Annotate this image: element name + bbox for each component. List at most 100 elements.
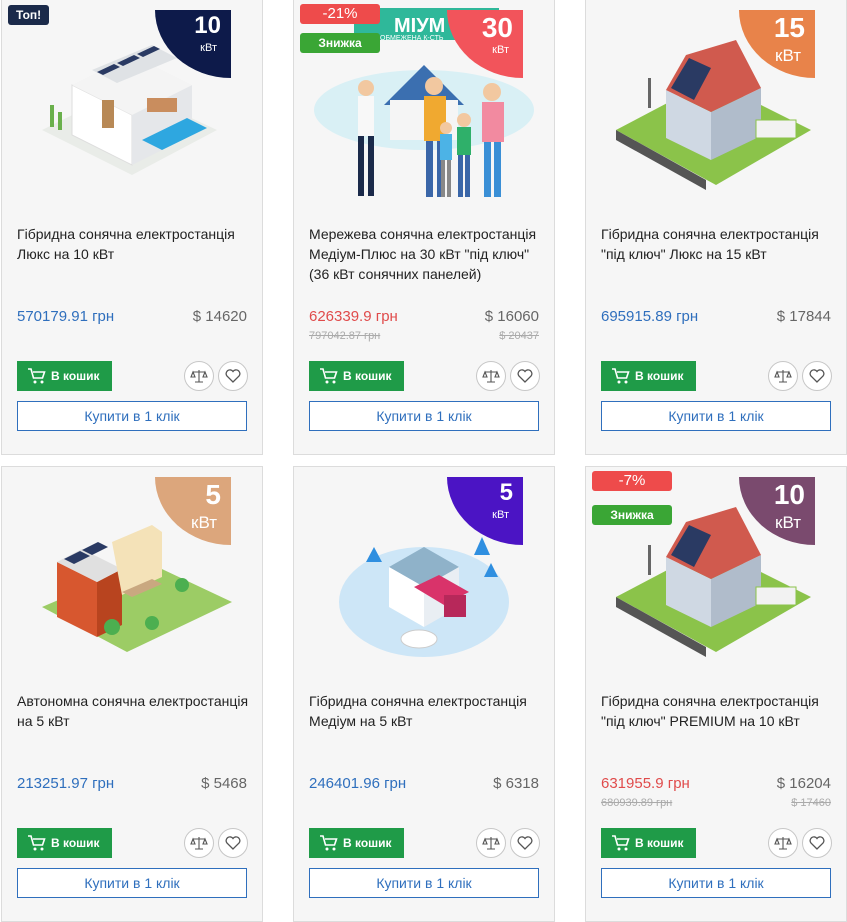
compare-button[interactable] (184, 361, 214, 391)
favorite-button[interactable] (510, 361, 540, 391)
power-unit: кВт (200, 42, 217, 54)
cart-label: В кошик (343, 836, 392, 850)
price-uah: 695915.89 грн (601, 308, 699, 325)
favorite-button[interactable] (510, 828, 540, 858)
power-badge: 15 кВт (739, 10, 815, 78)
compare-button[interactable] (768, 361, 798, 391)
buy-one-click-button[interactable]: Купити в 1 клік (17, 401, 247, 431)
price-uah: 213251.97 грн (17, 775, 115, 792)
cart-icon (320, 368, 338, 384)
add-to-cart-button[interactable]: В кошик (601, 361, 696, 391)
power-unit: кВт (492, 509, 509, 521)
cart-icon (28, 835, 46, 851)
old-price-usd: $ 20437 (499, 330, 539, 342)
power-value: 5 (499, 479, 513, 506)
scales-icon (774, 370, 792, 383)
power-badge: 5 кВт (447, 477, 523, 545)
scales-icon (190, 370, 208, 383)
power-value: 30 (481, 12, 513, 43)
compare-button[interactable] (184, 828, 214, 858)
cart-label: В кошик (51, 369, 100, 383)
favorite-button[interactable] (802, 361, 832, 391)
add-to-cart-button[interactable]: В кошик (309, 828, 404, 858)
power-value: 10 (773, 479, 805, 510)
power-value: 15 (773, 12, 805, 43)
cart-icon (320, 835, 338, 851)
heart-icon (225, 836, 241, 850)
cart-icon (28, 368, 46, 384)
product-card: МІУМ ОБМЕЖЕНА К-СТЬ -21% Знижка 30 кВт М… (293, 0, 555, 455)
compare-button[interactable] (476, 828, 506, 858)
discount-badge: -21% (300, 4, 380, 24)
sale-badge: Знижка (592, 505, 672, 525)
price-usd: $ 16060 (484, 308, 539, 325)
top-badge: Топ! (8, 5, 50, 25)
product-card: Топ! 10 кВт Гібридна сонячна електростан… (1, 0, 263, 455)
price-usd: $ 6318 (493, 775, 539, 792)
product-card: 5 кВт Автономна сонячна електростанція н… (1, 466, 263, 922)
power-badge: 30 кВт (447, 10, 523, 78)
compare-button[interactable] (768, 828, 798, 858)
favorite-button[interactable] (218, 828, 248, 858)
cart-icon (612, 368, 630, 384)
cart-icon (612, 835, 630, 851)
heart-icon (517, 369, 533, 383)
price-uah: 570179.91 грн (17, 308, 115, 325)
buy-one-click-button[interactable]: Купити в 1 клік (601, 401, 831, 431)
old-price-uah: 680939.89 грн (601, 797, 673, 809)
cart-label: В кошик (51, 836, 100, 850)
power-badge: 5 кВт (155, 477, 231, 545)
price-usd: $ 17844 (776, 308, 831, 325)
cart-label: В кошик (635, 369, 684, 383)
heart-icon (809, 369, 825, 383)
scales-icon (190, 837, 208, 850)
product-title[interactable]: Гібридна сонячна електростанція Медіум н… (309, 691, 545, 731)
product-title[interactable]: Мережева сонячна електростанція Медіум-П… (309, 224, 545, 284)
scales-icon (482, 370, 500, 383)
buy-one-click-button[interactable]: Купити в 1 клік (17, 868, 247, 898)
price-usd: $ 5468 (201, 775, 247, 792)
product-card: -7% Знижка 10 кВт Гібридна сонячна елект… (585, 466, 847, 922)
power-unit: кВт (492, 44, 509, 56)
power-unit: кВт (775, 513, 801, 532)
scales-icon (774, 837, 792, 850)
power-badge: 10 кВт (155, 10, 231, 78)
promo-subtext: ОБМЕЖЕНА К-СТЬ (380, 35, 444, 42)
price-usd: $ 14620 (192, 308, 247, 325)
price-uah: 246401.96 грн (309, 775, 407, 792)
add-to-cart-button[interactable]: В кошик (601, 828, 696, 858)
power-value: 10 (194, 12, 221, 39)
add-to-cart-button[interactable]: В кошик (17, 361, 112, 391)
buy-one-click-button[interactable]: Купити в 1 клік (309, 868, 539, 898)
old-price-uah: 797042.87 грн (309, 330, 381, 342)
power-value: 5 (205, 479, 221, 510)
buy-one-click-button[interactable]: Купити в 1 клік (309, 401, 539, 431)
product-title[interactable]: Автономна сонячна електростанція на 5 кВ… (17, 691, 253, 731)
heart-icon (225, 369, 241, 383)
power-badge: 10 кВт (739, 477, 815, 545)
product-title[interactable]: Гібридна сонячна електростанція "під клю… (601, 691, 837, 731)
power-unit: кВт (191, 513, 217, 532)
promo-text: МІУМ (394, 15, 445, 37)
cart-label: В кошик (343, 369, 392, 383)
favorite-button[interactable] (802, 828, 832, 858)
power-unit: кВт (775, 46, 801, 65)
price-uah: 626339.9 грн (309, 308, 398, 325)
product-grid: Топ! 10 кВт Гібридна сонячна електростан… (0, 0, 847, 922)
discount-badge: -7% (592, 471, 672, 491)
old-price-usd: $ 17460 (791, 797, 831, 809)
sale-badge: Знижка (300, 33, 380, 53)
buy-one-click-button[interactable]: Купити в 1 клік (601, 868, 831, 898)
price-uah: 631955.9 грн (601, 775, 690, 792)
product-title[interactable]: Гібридна сонячна електростанція Люкс на … (17, 224, 253, 264)
product-card: 5 кВт Гібридна сонячна електростанція Ме… (293, 466, 555, 922)
favorite-button[interactable] (218, 361, 248, 391)
price-usd: $ 16204 (776, 775, 831, 792)
product-title[interactable]: Гібридна сонячна електростанція "під клю… (601, 224, 837, 264)
scales-icon (482, 837, 500, 850)
add-to-cart-button[interactable]: В кошик (309, 361, 404, 391)
compare-button[interactable] (476, 361, 506, 391)
product-card: 15 кВт Гібридна сонячна електростанція "… (585, 0, 847, 455)
cart-label: В кошик (635, 836, 684, 850)
add-to-cart-button[interactable]: В кошик (17, 828, 112, 858)
